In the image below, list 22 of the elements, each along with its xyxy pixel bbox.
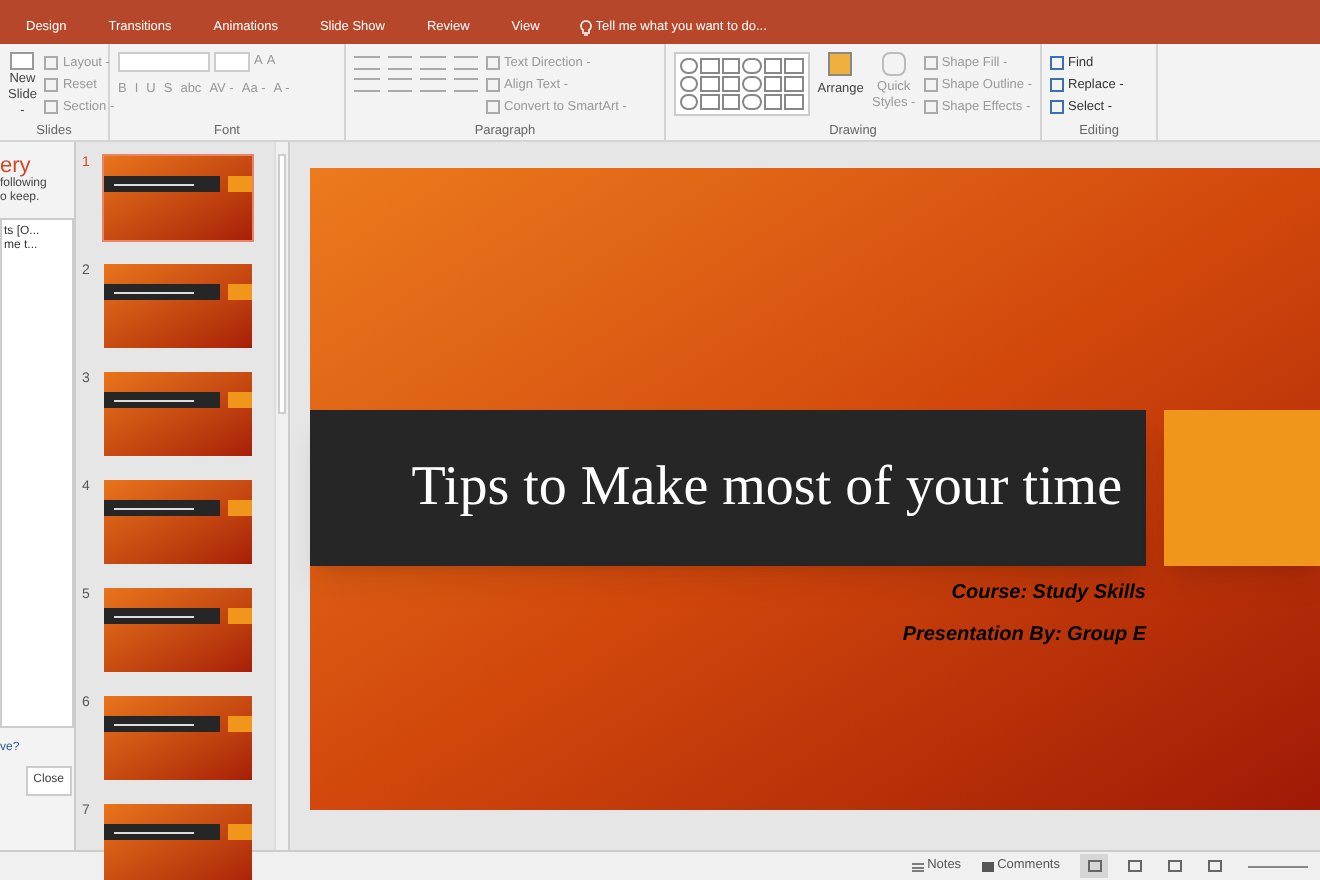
shapes-gallery[interactable]	[674, 52, 810, 116]
arrange-icon	[828, 52, 853, 76]
slide-thumbnail[interactable]	[102, 802, 254, 880]
pane-title: ery	[0, 154, 31, 178]
scroll-thumb[interactable]	[278, 154, 286, 414]
view-button[interactable]	[1080, 854, 1108, 878]
slide-thumbnail[interactable]	[102, 262, 254, 350]
font-size-field[interactable]	[214, 52, 250, 72]
slide-subtitle: Presentation By: Group E	[902, 622, 1146, 650]
slide-subtitle: Course: Study Skills	[951, 580, 1146, 608]
slide-thumbnail[interactable]	[102, 586, 254, 674]
font-name-field[interactable]	[118, 52, 210, 72]
notes-icon	[911, 861, 924, 871]
slide-thumbnail[interactable]	[102, 694, 254, 782]
slide-icon	[10, 52, 35, 70]
lightbulb-icon	[579, 20, 592, 36]
comment-icon	[981, 861, 994, 871]
slide-thumbnail[interactable]	[102, 478, 254, 566]
paragraph-controls-drawing	[354, 52, 478, 92]
slide-thumbnail[interactable]	[102, 154, 254, 242]
slide-title: Tips to Make most of your time	[411, 454, 1122, 522]
slide-thumbnail[interactable]	[102, 370, 254, 458]
